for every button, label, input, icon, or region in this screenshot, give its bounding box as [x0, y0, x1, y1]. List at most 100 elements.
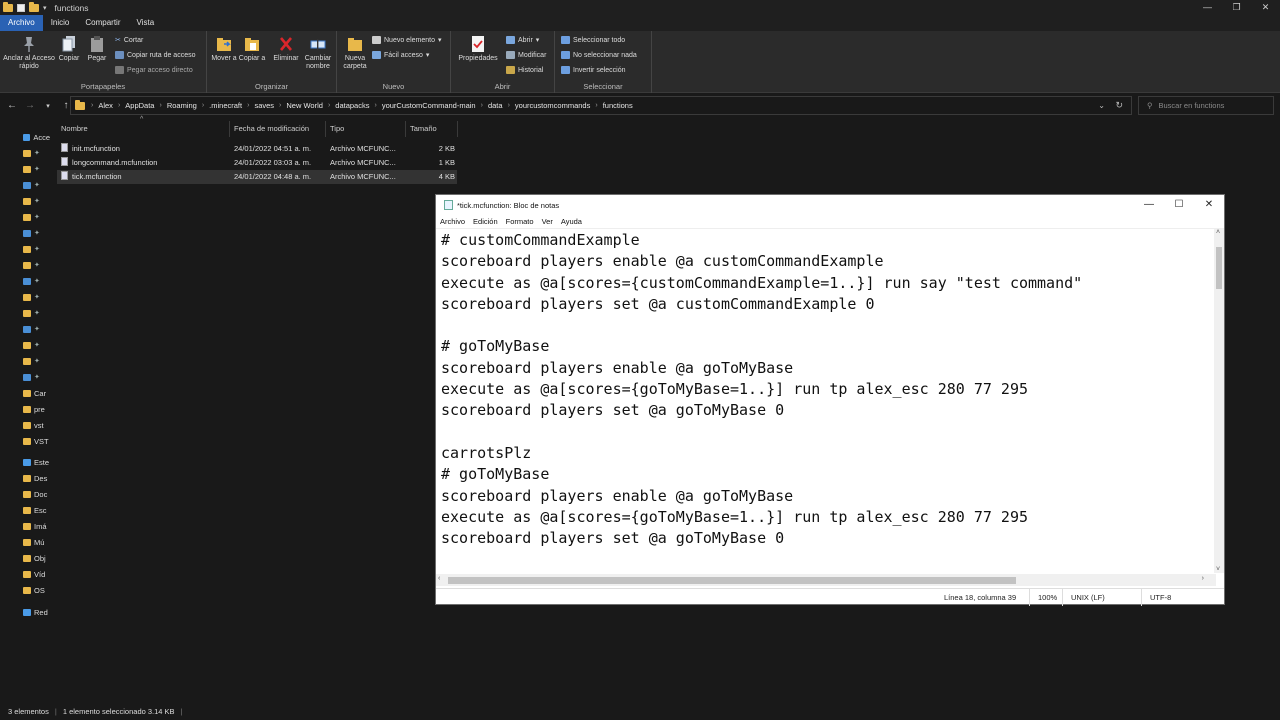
search-box[interactable]: ⚲ Buscar en functions	[1138, 96, 1274, 115]
scroll-up-icon[interactable]: ˄	[1216, 229, 1220, 236]
horizontal-scroll-thumb[interactable]	[448, 577, 1016, 584]
copy-to-button[interactable]: Copiar a	[238, 35, 266, 63]
close-button[interactable]: ✕	[1251, 0, 1280, 15]
chevron-down-icon[interactable]: ▾	[43, 4, 47, 12]
maximize-button[interactable]: ❐	[1222, 0, 1251, 15]
nav-item[interactable]: Imá	[0, 518, 50, 534]
copy-button[interactable]: Copiar	[56, 35, 82, 63]
tab-compartir[interactable]: Compartir	[77, 15, 128, 31]
paste-button[interactable]: Pegar	[84, 35, 110, 63]
menu-formato[interactable]: Formato	[502, 215, 538, 228]
scroll-down-icon[interactable]: ˅	[1216, 566, 1220, 573]
nav-item[interactable]: ✦	[0, 353, 50, 369]
back-arrow-icon[interactable]: ←	[3, 100, 21, 111]
horizontal-scrollbar[interactable]: ‹ ›	[436, 574, 1216, 586]
breadcrumb-appdata[interactable]: AppData	[120, 101, 159, 110]
menu-ver[interactable]: Ver	[538, 215, 557, 228]
new-folder-qa-icon[interactable]	[29, 1, 39, 12]
nav-item[interactable]: Obj	[0, 550, 50, 566]
nav-item[interactable]: Víd	[0, 566, 50, 582]
invert-selection-button[interactable]: Invertir selección	[561, 66, 626, 74]
new-item-button[interactable]: Nuevo elemento ▾	[372, 36, 442, 44]
breadcrumb-yourcustomcommand-main[interactable]: yourCustomCommand-main	[377, 101, 481, 110]
nav-item[interactable]: ✦	[0, 321, 50, 337]
tab-vista[interactable]: Vista	[129, 15, 163, 31]
open-button[interactable]: Abrir ▾	[506, 36, 539, 44]
minimize-button[interactable]: —	[1193, 0, 1222, 15]
tab-archivo[interactable]: Archivo	[0, 15, 43, 31]
nav-item[interactable]: pre	[0, 401, 50, 417]
nav-item[interactable]: ✦	[0, 273, 50, 289]
cut-button[interactable]: ✂ Cortar	[115, 36, 143, 45]
history-button[interactable]: Historial	[506, 66, 543, 74]
select-all-button[interactable]: Seleccionar todo	[561, 36, 625, 44]
nav-item[interactable]: Mú	[0, 534, 50, 550]
refresh-icon[interactable]: ↻	[1115, 100, 1123, 111]
notepad-minimize-button[interactable]: —	[1134, 195, 1164, 215]
nav-item[interactable]: Acce	[0, 129, 50, 145]
edit-button[interactable]: Modificar	[506, 51, 546, 59]
breadcrumb-minecraft[interactable]: .minecraft	[204, 101, 247, 110]
menu-archivo[interactable]: Archivo	[436, 215, 469, 228]
nav-item[interactable]: ✦	[0, 161, 50, 177]
nav-item[interactable]: ✦	[0, 289, 50, 305]
nav-item[interactable]: ✦	[0, 177, 50, 193]
properties-button[interactable]: Propiedades	[454, 35, 502, 63]
menu-ayuda[interactable]: Ayuda	[557, 215, 586, 228]
address-bar[interactable]: › Alex › AppData › Roaming › .minecraft › sa…	[70, 96, 1132, 115]
rename-button[interactable]: Cambiar nombre	[302, 35, 334, 71]
file-row[interactable]: longcommand.mcfunction 24/01/2022 03:03 …	[57, 156, 457, 170]
scroll-right-icon[interactable]: ›	[1202, 575, 1204, 582]
text-editor[interactable]: # customCommandExample scoreboard players…	[436, 229, 1216, 573]
nav-item[interactable]: ✦	[0, 305, 50, 321]
vertical-scrollbar[interactable]: ˄ ˅	[1214, 229, 1224, 573]
nav-item[interactable]: ✦	[0, 369, 50, 385]
breadcrumb-datapacks[interactable]: datapacks	[330, 101, 374, 110]
breadcrumb-data[interactable]: data	[483, 101, 508, 110]
tab-inicio[interactable]: Inicio	[43, 15, 78, 31]
column-header-name[interactable]: Nombre	[57, 121, 230, 137]
easy-access-button[interactable]: Fácil acceso ▾	[372, 51, 429, 59]
notepad-maximize-button[interactable]: ☐	[1164, 195, 1194, 215]
nav-item[interactable]: ✦	[0, 209, 50, 225]
nav-item[interactable]: VST	[0, 433, 50, 449]
nav-item[interactable]: ✦	[0, 225, 50, 241]
address-dropdown-icon[interactable]: ⌄	[1098, 101, 1105, 110]
column-header-type[interactable]: Tipo	[326, 121, 406, 137]
nav-item[interactable]: ✦	[0, 337, 50, 353]
breadcrumb-saves[interactable]: saves	[249, 101, 279, 110]
delete-button[interactable]: Eliminar	[269, 35, 303, 63]
search-input[interactable]: Buscar en functions	[1159, 101, 1225, 110]
vertical-scroll-thumb[interactable]	[1216, 247, 1222, 289]
nav-item[interactable]: Car	[0, 385, 50, 401]
nav-item[interactable]: vst	[0, 417, 50, 433]
notepad-close-button[interactable]: ✕	[1194, 195, 1224, 215]
properties-qa-icon[interactable]	[17, 3, 25, 12]
nav-item[interactable]: ✦	[0, 145, 50, 161]
menu-edicion[interactable]: Edición	[469, 215, 502, 228]
nav-item[interactable]: Des	[0, 470, 50, 486]
nav-item[interactable]: OS	[0, 582, 50, 598]
nav-item[interactable]: ✦	[0, 193, 50, 209]
copy-path-button[interactable]: Copiar ruta de acceso	[115, 51, 195, 59]
breadcrumb-yourcustomcommands[interactable]: yourcustomcommands	[510, 101, 595, 110]
column-header-size[interactable]: Tamaño	[406, 121, 458, 137]
nav-item[interactable]: ✦	[0, 257, 50, 273]
column-header-date[interactable]: Fecha de modificación	[230, 121, 326, 137]
scroll-left-icon[interactable]: ‹	[438, 575, 440, 582]
nav-item[interactable]: ✦	[0, 241, 50, 257]
breadcrumb-roaming[interactable]: Roaming	[162, 101, 202, 110]
file-row-selected[interactable]: tick.mcfunction 24/01/2022 04:48 a. m. A…	[57, 170, 457, 184]
nav-item[interactable]: Red	[0, 604, 50, 620]
nav-item[interactable]: Esc	[0, 502, 50, 518]
pin-quick-access-button[interactable]: Anclar al Acceso rápido	[2, 35, 56, 71]
recent-chevron-icon[interactable]: ▾	[39, 102, 57, 110]
move-to-button[interactable]: Mover a	[210, 35, 238, 63]
nav-item[interactable]: Este	[0, 454, 50, 470]
breadcrumb-functions[interactable]: functions	[598, 101, 638, 110]
breadcrumb-alex[interactable]: Alex	[93, 101, 118, 110]
file-row[interactable]: init.mcfunction 24/01/2022 04:51 a. m. A…	[57, 142, 457, 156]
new-folder-button[interactable]: Nueva carpeta	[340, 35, 370, 71]
nav-item[interactable]: Doc	[0, 486, 50, 502]
select-none-button[interactable]: No seleccionar nada	[561, 51, 637, 59]
